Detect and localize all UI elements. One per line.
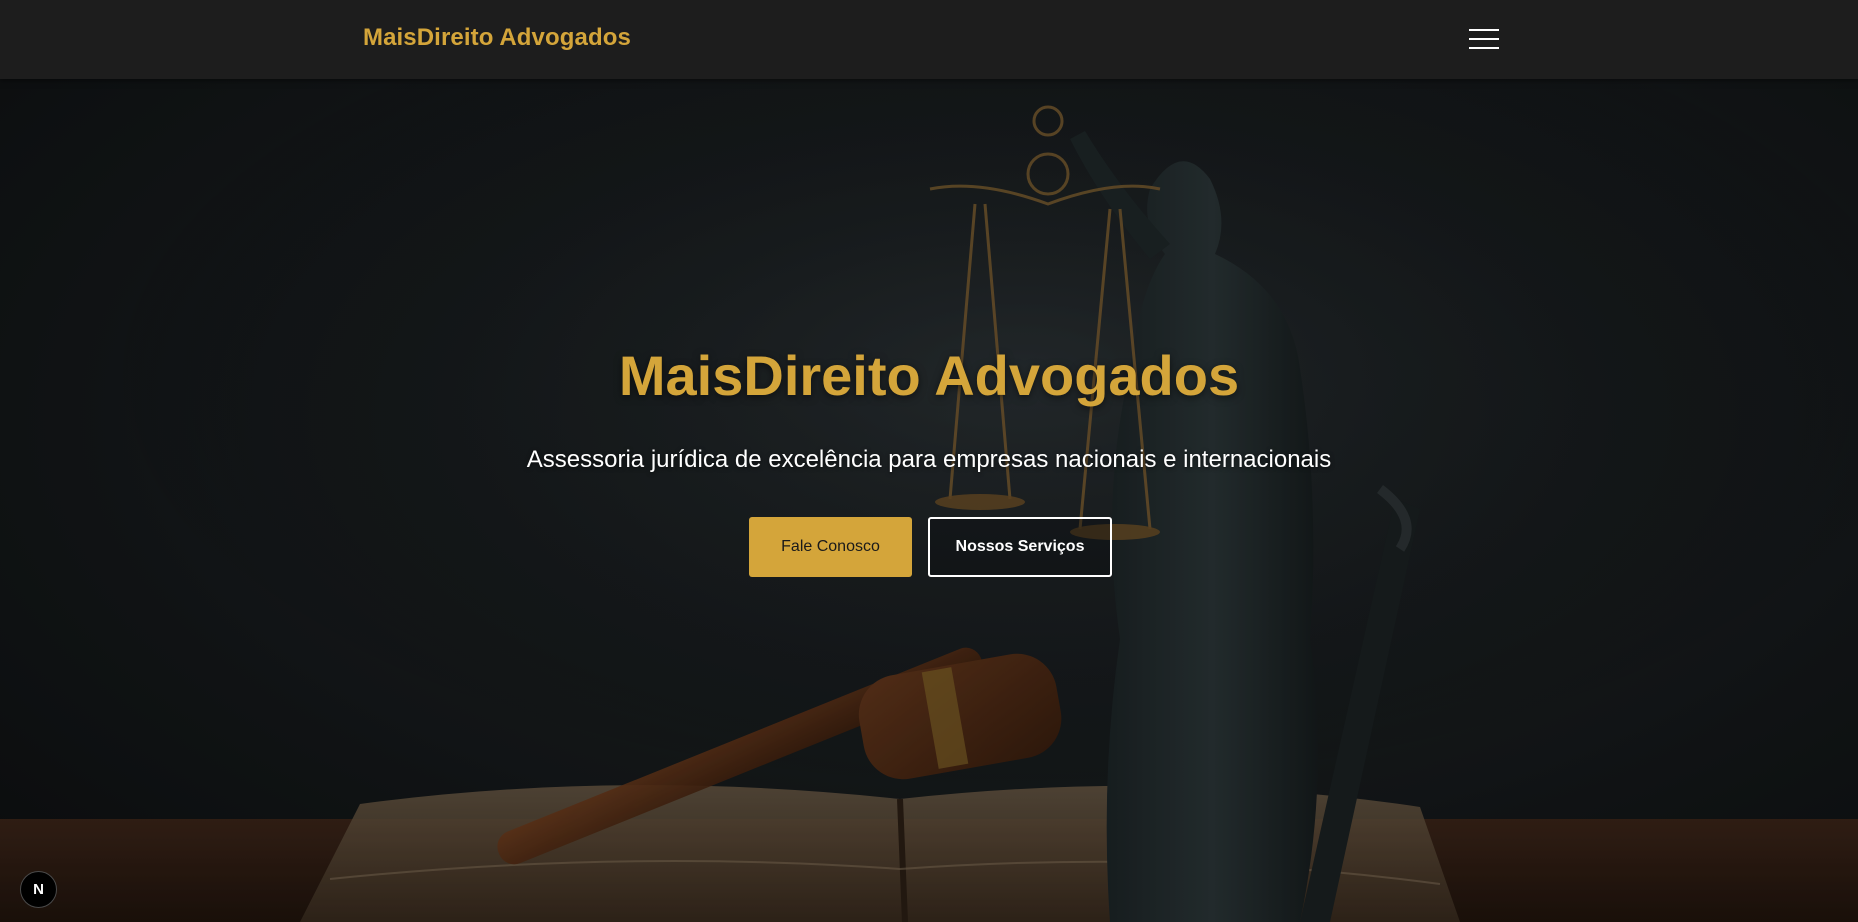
top-navbar: MaisDireito Advogados — [0, 0, 1858, 79]
hamburger-menu-button[interactable] — [1462, 23, 1506, 55]
hero-dark-overlay — [0, 79, 1858, 922]
hero-subtitle: Assessoria jurídica de excelência para e… — [526, 446, 1332, 473]
fale-conosco-button[interactable]: Fale Conosco — [749, 517, 912, 577]
nextjs-logo-icon: N — [33, 881, 44, 898]
brand-logo-link[interactable]: MaisDireito Advogados — [363, 24, 631, 52]
page: MaisDireito Advogados MaisDireito Advoga… — [0, 0, 1858, 922]
nossos-servicos-button[interactable]: Nossos Serviços — [928, 517, 1112, 577]
nextjs-dev-badge[interactable]: N — [20, 871, 57, 908]
hero-title: MaisDireito Advogados — [618, 344, 1240, 407]
